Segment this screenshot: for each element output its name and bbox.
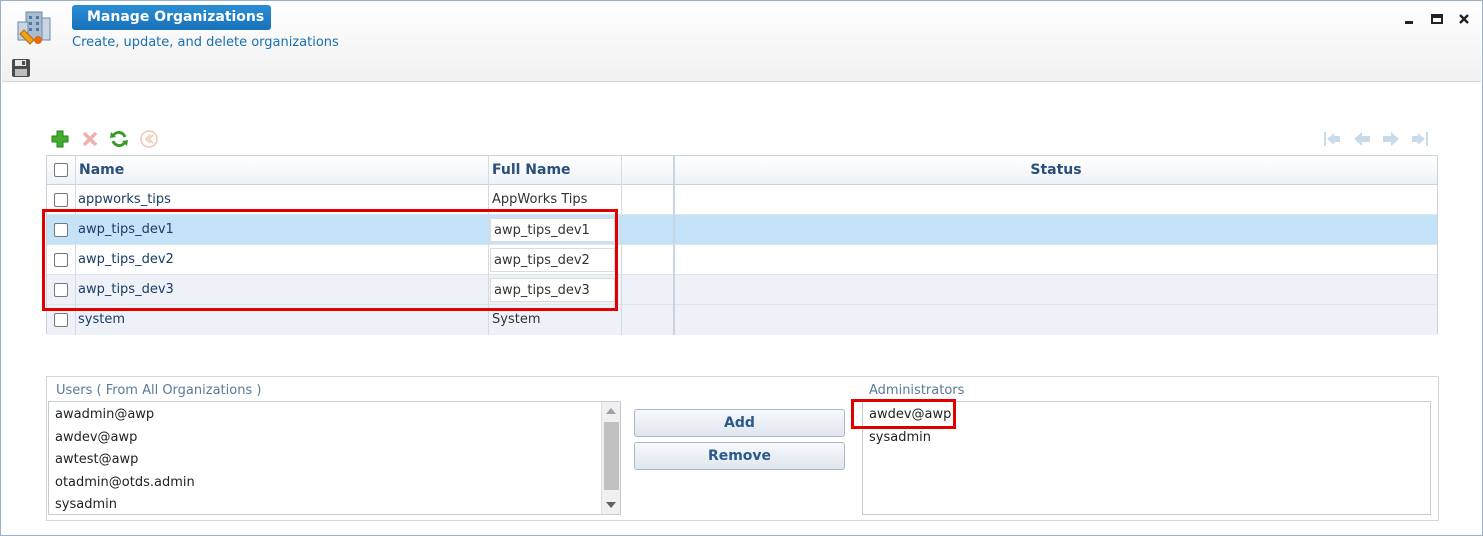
minimize-icon[interactable] <box>1402 12 1416 26</box>
users-scrollbar[interactable] <box>601 402 620 514</box>
list-item[interactable]: otadmin@otds.admin <box>55 475 195 490</box>
save-icon[interactable] <box>11 58 31 78</box>
last-page-icon[interactable] <box>1410 129 1430 149</box>
remove-button[interactable]: Remove <box>634 442 845 470</box>
add-button[interactable]: Add <box>634 409 845 437</box>
header: Manage Organizations Create, update, and… <box>2 2 1481 82</box>
row-checkbox[interactable] <box>54 313 68 327</box>
column-divider <box>673 156 675 335</box>
scroll-up-icon[interactable] <box>606 408 616 414</box>
list-item[interactable]: awdev@awp <box>55 430 137 445</box>
list-item[interactable]: awadmin@awp <box>55 407 154 422</box>
column-header-status[interactable]: Status <box>675 156 1437 185</box>
delete-icon[interactable] <box>80 129 100 149</box>
row-checkbox[interactable] <box>54 193 68 207</box>
administrators-label: Administrators <box>869 383 965 398</box>
highlight-box-admin <box>851 399 956 429</box>
maximize-icon[interactable] <box>1430 12 1444 26</box>
list-item[interactable]: awtest@awp <box>55 452 138 467</box>
table-header: Name Full Name Status <box>47 156 1437 185</box>
scrollbar-thumb[interactable] <box>604 422 619 490</box>
column-header-full-name[interactable]: Full Name <box>492 156 571 185</box>
first-page-icon[interactable] <box>1322 129 1342 149</box>
close-icon[interactable] <box>1457 12 1471 26</box>
refresh-icon[interactable] <box>109 129 129 149</box>
organizations-building-icon <box>17 11 51 45</box>
page-subtitle: Create, update, and delete organizations <box>72 35 339 50</box>
users-label: Users ( From All Organizations ) <box>56 383 262 398</box>
list-item[interactable]: sysadmin <box>869 430 931 445</box>
add-icon[interactable] <box>50 129 70 149</box>
previous-page-icon[interactable] <box>1352 129 1372 149</box>
page-title: Manage Organizations <box>72 5 271 30</box>
org-full-name: AppWorks Tips <box>492 192 588 207</box>
org-full-name: System <box>492 312 541 327</box>
list-item[interactable]: sysadmin <box>55 497 117 512</box>
column-header-name[interactable]: Name <box>79 156 124 185</box>
manage-organizations-window: Manage Organizations Create, update, and… <box>0 0 1483 536</box>
column-divider <box>621 156 622 335</box>
select-all-checkbox[interactable] <box>54 163 68 177</box>
users-listbox[interactable]: awadmin@awp awdev@awp awtest@awp otadmin… <box>48 401 621 515</box>
history-icon[interactable] <box>139 129 159 149</box>
highlight-box-dev-orgs <box>42 209 618 311</box>
scroll-down-icon[interactable] <box>606 502 616 508</box>
next-page-icon[interactable] <box>1381 129 1401 149</box>
